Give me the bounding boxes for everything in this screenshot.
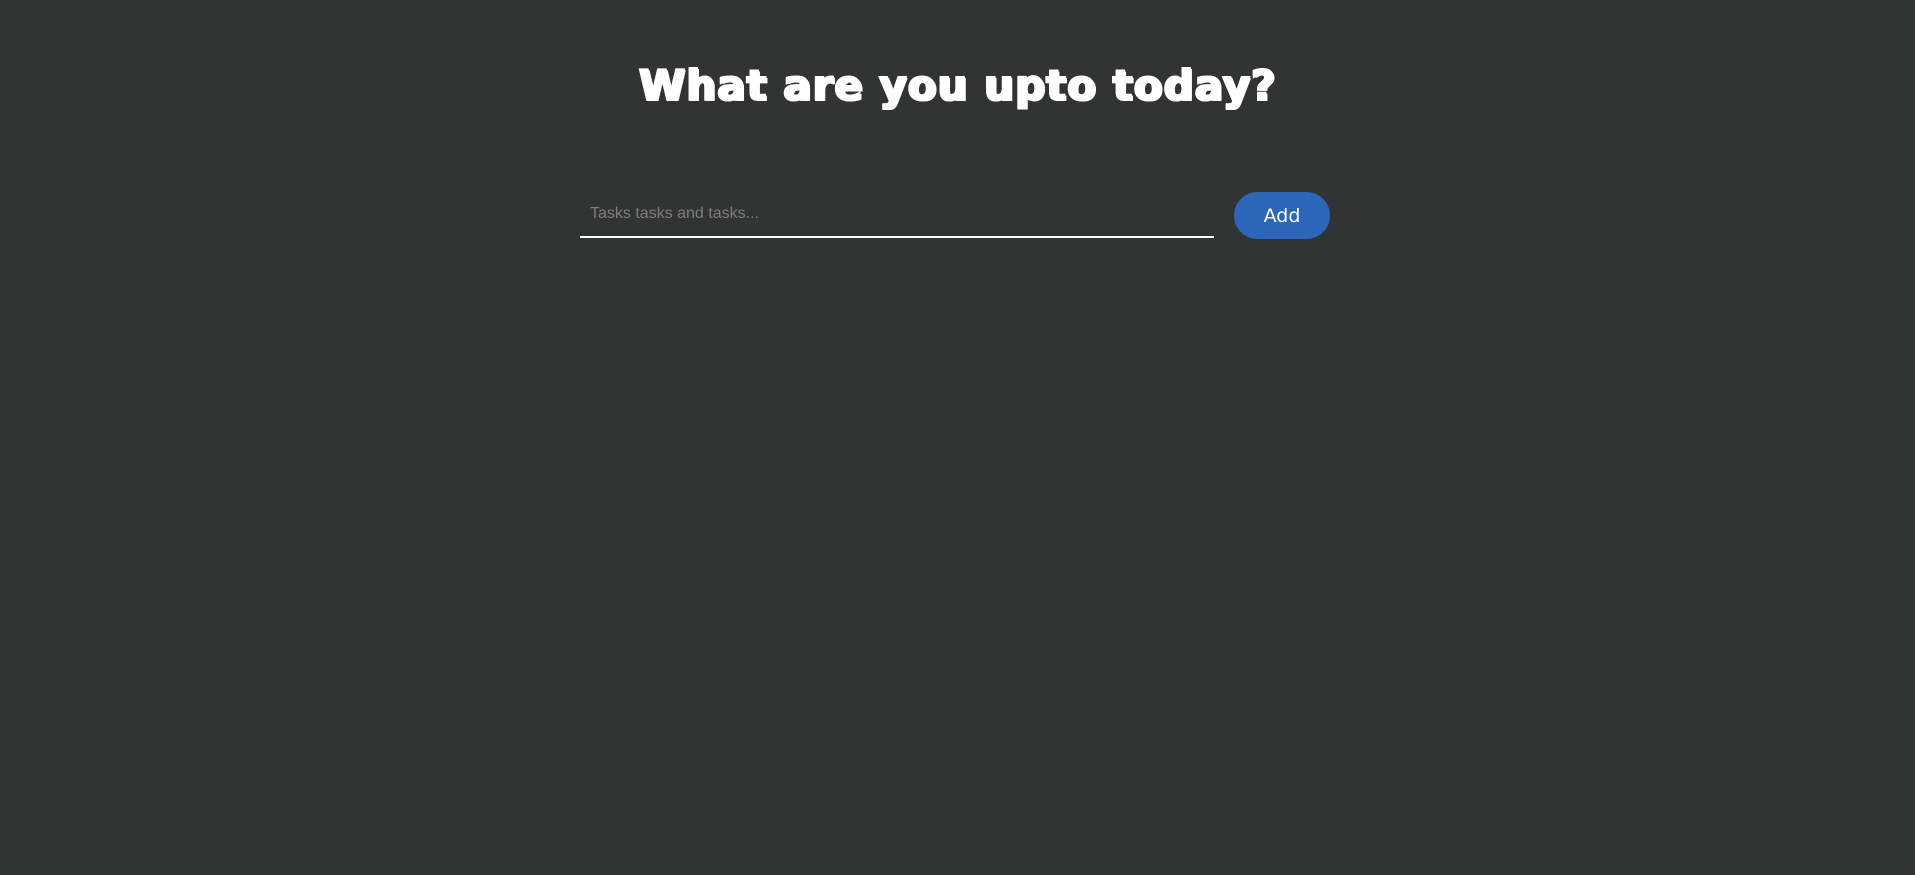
- task-input[interactable]: [580, 192, 1214, 238]
- page-title: What are you upto today?: [638, 60, 1277, 111]
- task-form: Add: [580, 192, 1330, 240]
- add-button[interactable]: Add: [1234, 192, 1330, 239]
